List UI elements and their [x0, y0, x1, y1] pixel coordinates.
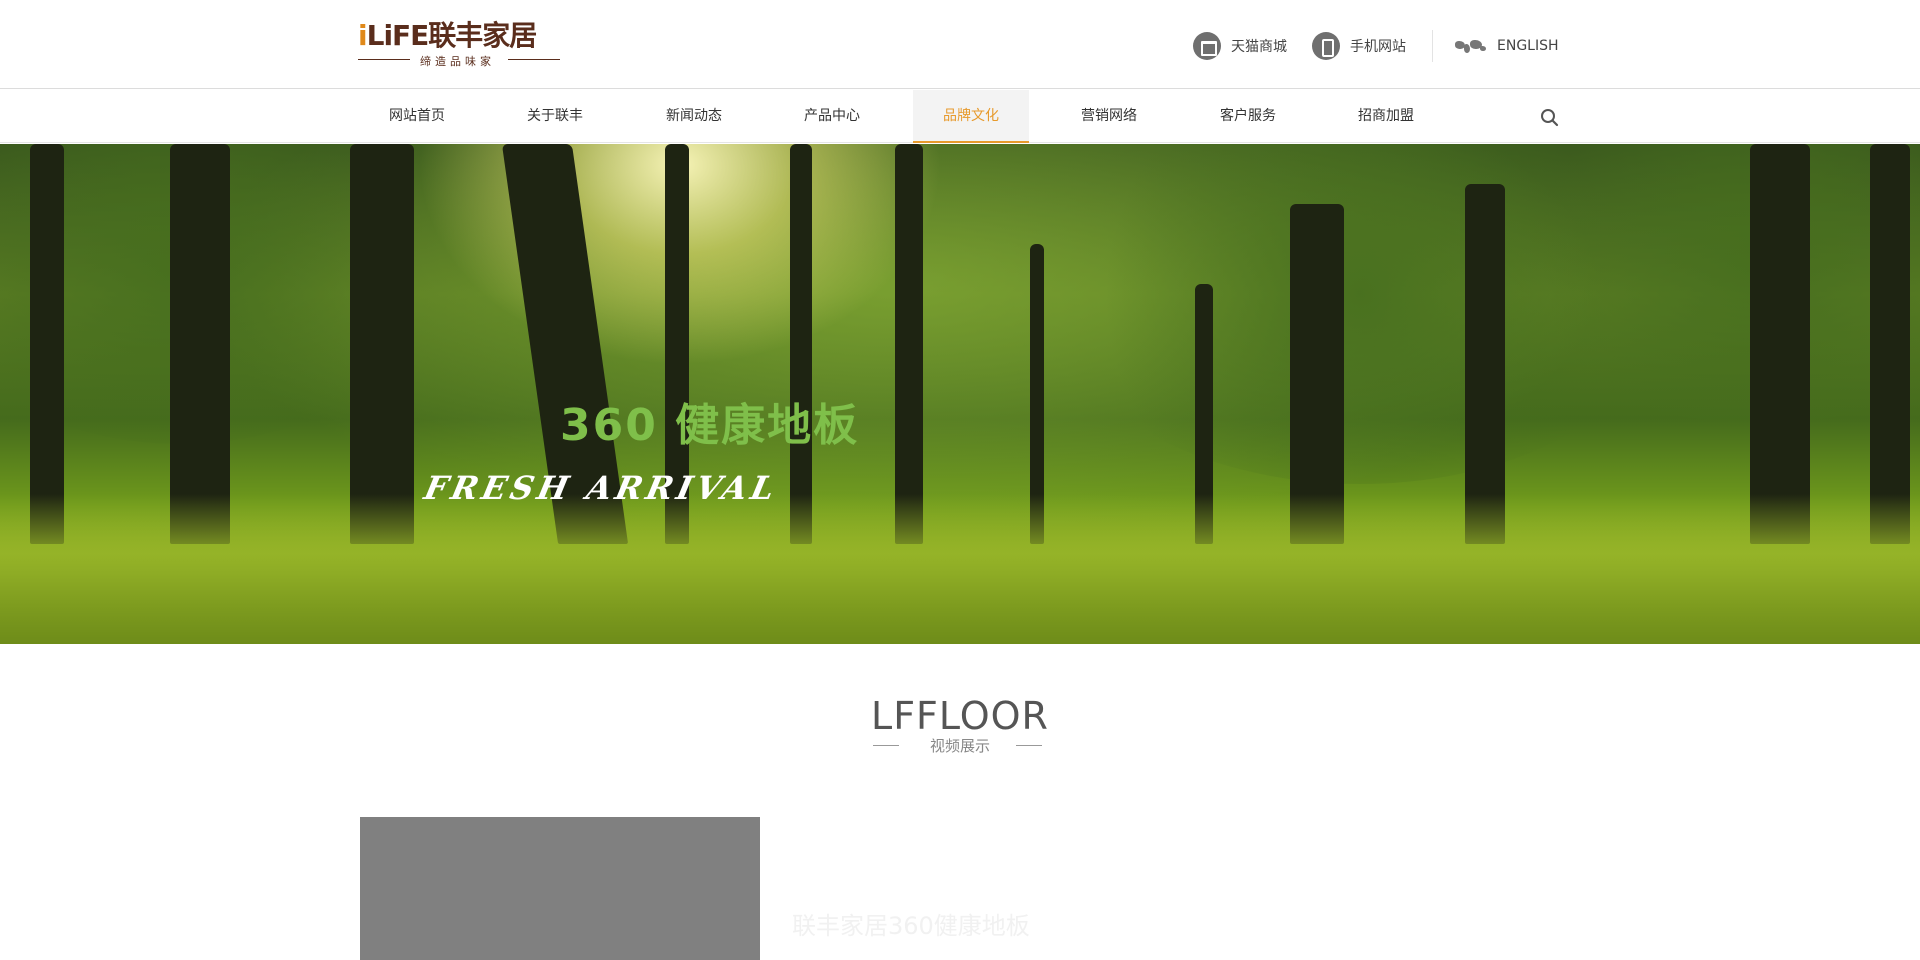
mobile-site-label: 手机网站	[1350, 39, 1406, 55]
nav-item-franchise[interactable]: 招商加盟	[1328, 90, 1444, 143]
nav-item-products[interactable]: 产品中心	[774, 90, 890, 143]
mobile-site-link[interactable]: 手机网站	[1312, 31, 1406, 61]
logo-divider-right	[508, 59, 560, 60]
nav-item-customer-service[interactable]: 客户服务	[1190, 90, 1306, 143]
nav-item-news[interactable]: 新闻动态	[636, 90, 752, 143]
banner-title: 360 健康地板	[560, 400, 860, 451]
logo-tagline: 缔造品味家	[420, 55, 495, 68]
section-subtitle: 视频展示	[929, 737, 990, 755]
shopping-bag-icon	[1193, 32, 1221, 60]
search-icon	[1541, 109, 1559, 127]
mobile-phone-icon	[1312, 32, 1340, 60]
site-logo[interactable]: iLiFE联丰家居 缔造品味家	[358, 19, 562, 68]
world-map-icon	[1455, 39, 1487, 53]
logo-divider-left	[358, 59, 410, 60]
english-label: ENGLISH	[1497, 38, 1559, 54]
video-player[interactable]	[360, 817, 760, 960]
video-description: 联丰家居360健康地板	[792, 912, 1030, 940]
logo-brand-text: iLiFE联丰家居	[358, 19, 537, 52]
main-navigation: 网站首页 关于联丰 新闻动态 产品中心 品牌文化 营销网络 客户服务 招商加盟	[0, 90, 1920, 143]
section-subtitle-line-right	[1016, 745, 1042, 746]
nav-item-about[interactable]: 关于联丰	[497, 90, 613, 143]
nav-item-brand-culture[interactable]: 品牌文化	[913, 90, 1029, 143]
header-divider	[1432, 30, 1433, 62]
tmall-store-link[interactable]: 天猫商城	[1193, 31, 1287, 61]
hero-banner[interactable]: 360 健康地板 FRESH ARRIVAL	[0, 144, 1920, 644]
top-header: iLiFE联丰家居 缔造品味家 天猫商城 手机网站 ENGLISH	[0, 0, 1920, 89]
tmall-store-label: 天猫商城	[1231, 39, 1287, 55]
nav-item-marketing-network[interactable]: 营销网络	[1051, 90, 1167, 143]
search-button[interactable]	[1538, 106, 1562, 130]
english-site-link[interactable]: ENGLISH	[1455, 31, 1559, 61]
section-title: LFFLOOR	[871, 694, 1049, 738]
banner-subtitle: FRESH ARRIVAL	[420, 469, 782, 507]
nav-item-home[interactable]: 网站首页	[359, 90, 475, 143]
